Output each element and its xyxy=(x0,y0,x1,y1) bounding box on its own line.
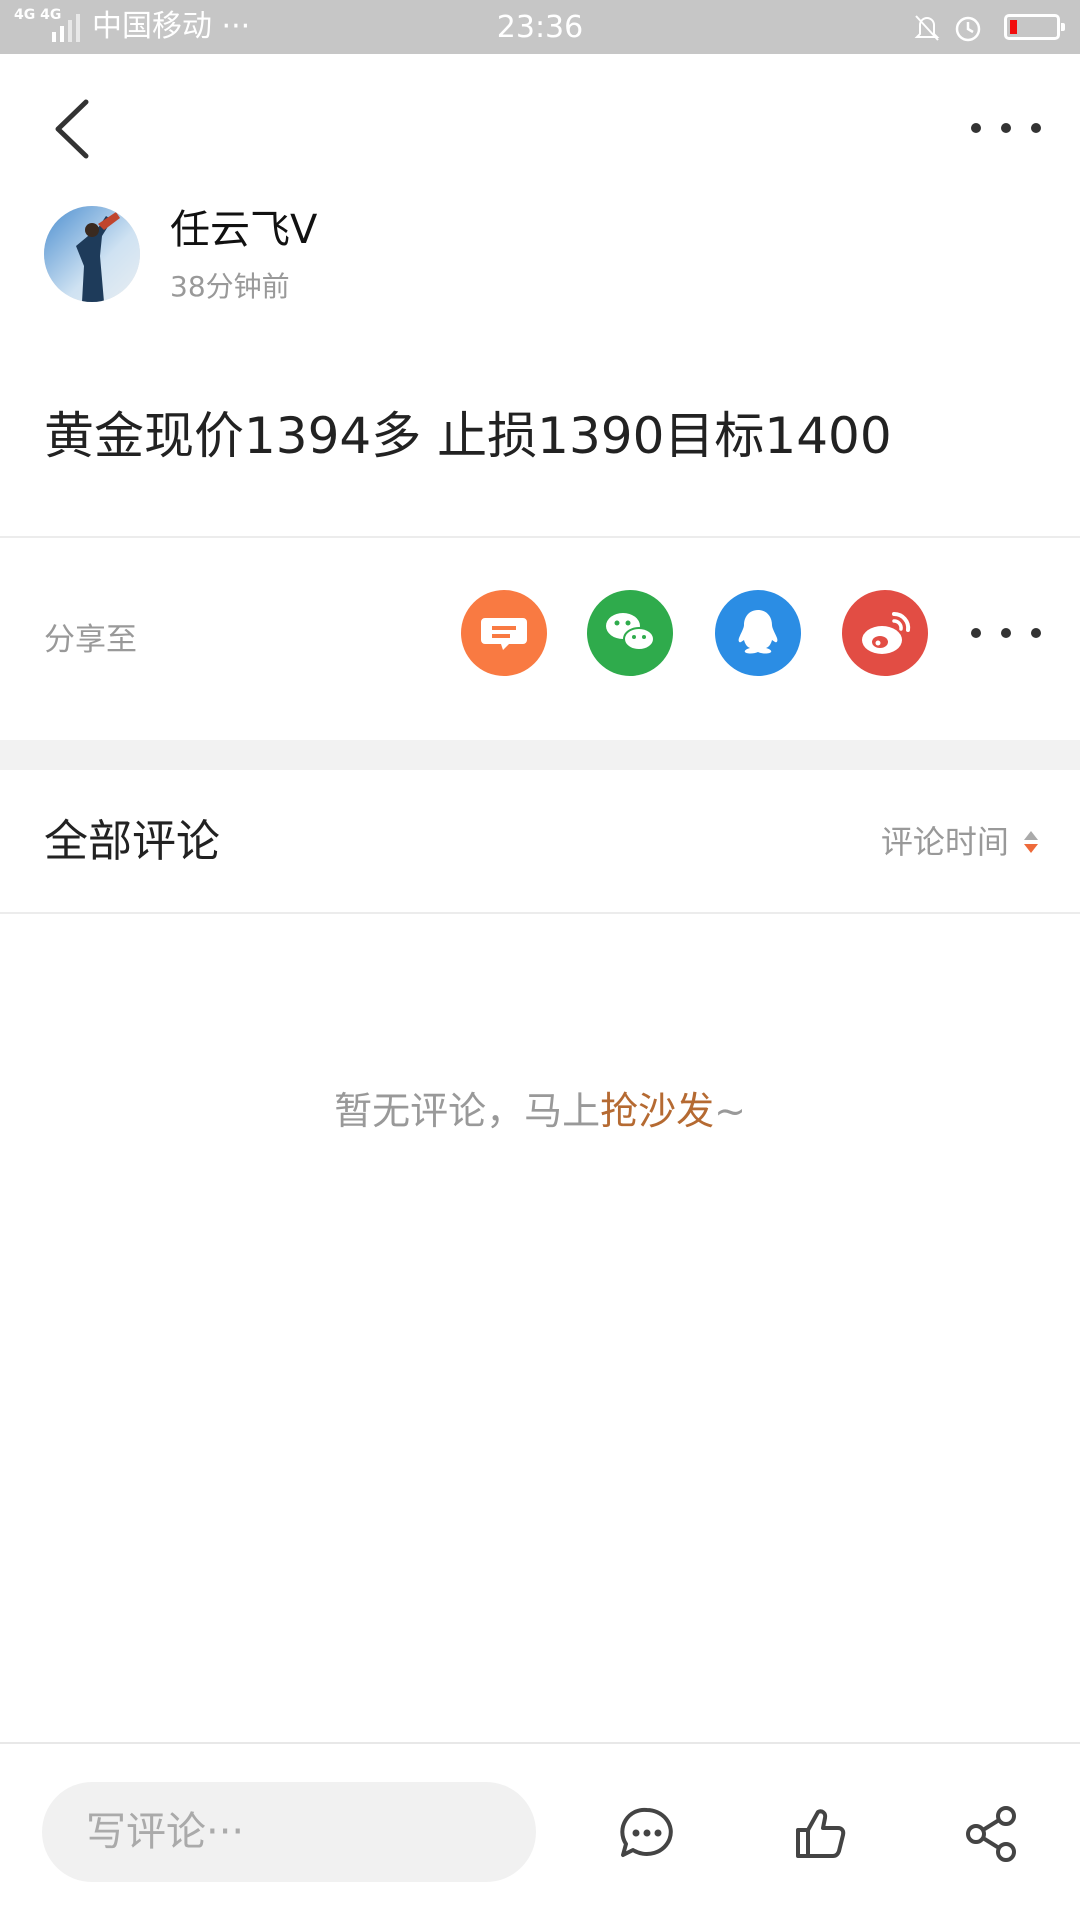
qq-icon xyxy=(715,590,801,676)
post-time: 38分钟前 xyxy=(170,270,290,303)
post-content: 黄金现价1394多 止损1390目标1400 xyxy=(44,407,892,465)
weibo-icon xyxy=(842,590,928,676)
sort-arrows-icon xyxy=(1024,831,1038,853)
author-name[interactable]: 任云飞V xyxy=(170,206,317,254)
sort-label: 评论时间 xyxy=(880,823,1009,861)
share-qq-button[interactable] xyxy=(715,590,801,676)
share-weibo-button[interactable] xyxy=(842,590,928,676)
write-comment-placeholder: 写评论··· xyxy=(86,1809,245,1855)
avatar-image xyxy=(44,206,140,302)
bottom-bar: 写评论··· xyxy=(0,1742,1080,1922)
comments-header: 全部评论 评论时间 xyxy=(0,770,1080,912)
avatar[interactable] xyxy=(44,206,140,302)
empty-prefix: 暂无评论，马上 xyxy=(334,1089,601,1133)
share-more-icon[interactable] xyxy=(968,613,1044,653)
divider xyxy=(0,536,1080,538)
sort-toggle[interactable]: 评论时间 xyxy=(881,820,1040,864)
empty-suffix: ~ xyxy=(714,1089,746,1133)
chevron-left-icon[interactable] xyxy=(44,94,104,164)
comments-title: 全部评论 xyxy=(44,816,220,867)
share-icon[interactable] xyxy=(962,1804,1022,1864)
alarm-icon xyxy=(955,16,981,42)
message-icon xyxy=(461,590,547,676)
author-row: 任云飞V 38分钟前 xyxy=(0,206,1080,316)
section-gap xyxy=(0,740,1080,770)
share-label: 分享至 xyxy=(44,622,137,658)
empty-comments-message: 暂无评论，马上抢沙发~ xyxy=(0,1086,1080,1136)
status-bar: 4G 4G 中国移动 ··· 23:36 xyxy=(0,0,1080,54)
comment-icon[interactable] xyxy=(617,1804,677,1864)
more-dots-icon[interactable] xyxy=(968,108,1044,148)
bell-muted-icon xyxy=(914,15,940,41)
wechat-icon xyxy=(587,590,673,676)
share-wechat-button[interactable] xyxy=(587,590,673,676)
like-icon[interactable] xyxy=(792,1804,852,1864)
share-message-button[interactable] xyxy=(461,590,547,676)
divider xyxy=(0,912,1080,914)
share-row: 分享至 xyxy=(0,540,1080,740)
grab-sofa-link[interactable]: 抢沙发 xyxy=(600,1089,714,1133)
top-nav xyxy=(0,54,1080,194)
write-comment-input[interactable]: 写评论··· xyxy=(42,1782,536,1882)
battery-icon xyxy=(1004,14,1065,40)
